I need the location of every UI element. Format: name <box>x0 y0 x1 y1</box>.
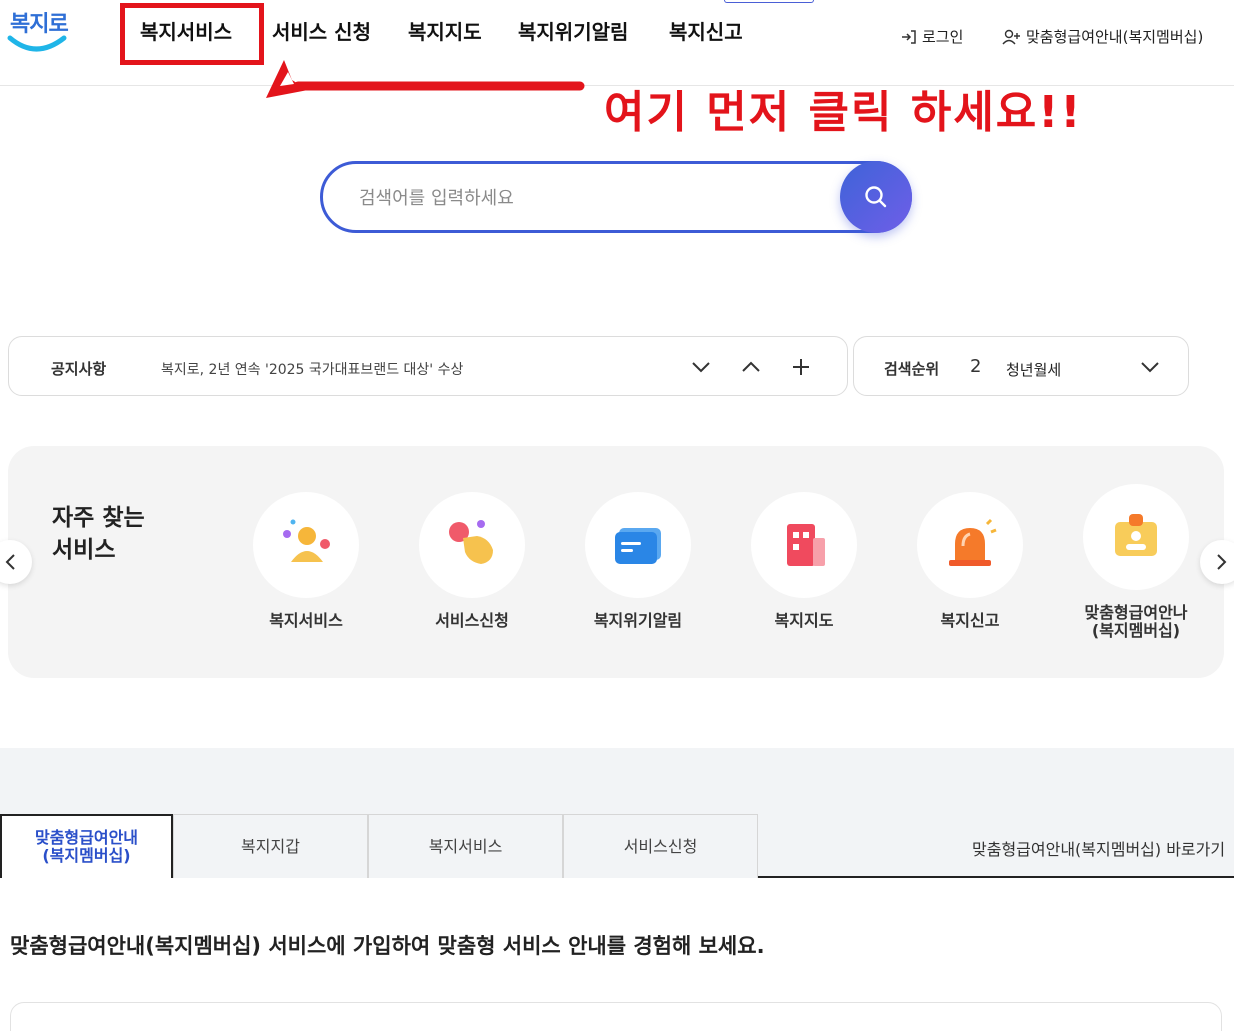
annotation-text: 여기 먼저 클릭 하세요!! <box>604 87 1083 138</box>
chevron-up-icon <box>742 361 760 372</box>
frequent-services-panel: 자주 찾는 서비스 복지서비스 서비스신청 복지위기알림 복지지도 복지신고 맞… <box>8 446 1224 678</box>
frequent-service-item[interactable]: 서비스신청 <box>402 492 542 630</box>
annotation-arrow-icon <box>266 60 585 98</box>
membership-link[interactable]: 맞춤형급여안내(복지멤버십) <box>1002 26 1203 47</box>
tab-bar: 맞춤형급여안내 (복지멤버십) 복지지갑 복지서비스 서비스신청 맞춤형급여안내… <box>0 814 1234 880</box>
membership-label: 맞춤형급여안내(복지멤버십) <box>1026 28 1204 46</box>
notice-bar: 공지사항 복지로, 2년 연속 '2025 국가대표브랜드 대상' 수상 <box>8 336 848 396</box>
service-label: 복지서비스 <box>269 611 343 630</box>
frequent-service-item[interactable]: 맞춤형급여안나 (복지멤버십) <box>1066 484 1206 640</box>
search-input[interactable] <box>359 182 819 214</box>
top-tab-indicator <box>724 0 814 3</box>
login-link[interactable]: 로그인 <box>900 26 963 47</box>
notice-prev-button[interactable] <box>737 353 765 381</box>
service-label: 서비스신청 <box>435 611 509 630</box>
tab-welfare-wallet[interactable]: 복지지갑 <box>173 814 368 878</box>
frequent-service-item[interactable]: 복지신고 <box>900 492 1040 630</box>
nav-crisis-alert[interactable]: 복지위기알림 <box>518 16 628 45</box>
service-icon-circle <box>1083 484 1189 590</box>
id-card-icon <box>1115 514 1157 556</box>
notice-next-button[interactable] <box>687 353 715 381</box>
membership-shortcut-link[interactable]: 맞춤형급여안내(복지멤버십) 바로가기 <box>972 836 1225 860</box>
login-icon <box>902 29 916 44</box>
service-label: 복지신고 <box>940 611 1000 630</box>
user-plus-icon <box>1002 29 1020 44</box>
hand-click-icon <box>449 520 493 564</box>
membership-headline: 맞춤형급여안내(복지멤버십) 서비스에 가입하여 맞춤형 서비스 안내를 경험해… <box>10 934 765 958</box>
service-label: 복지지도 <box>774 611 834 630</box>
service-icon-circle <box>253 492 359 598</box>
nav-service-apply[interactable]: 서비스 신청 <box>272 16 371 45</box>
rank-term[interactable]: 청년월세 <box>1006 359 1061 380</box>
tab-service-apply[interactable]: 서비스신청 <box>563 814 758 878</box>
notice-text[interactable]: 복지로, 2년 연속 '2025 국가대표브랜드 대상' 수상 <box>161 359 463 379</box>
search-icon <box>865 186 887 208</box>
login-label: 로그인 <box>922 28 964 46</box>
siren-icon <box>949 518 997 566</box>
tab-content: 맞춤형급여안내(복지멤버십) 서비스에 가입하여 맞춤형 서비스 안내를 경험해… <box>0 878 1234 1031</box>
service-icon-circle <box>585 492 691 598</box>
logo[interactable]: 복지로 <box>6 4 69 60</box>
search-box <box>320 161 912 233</box>
frequent-service-item[interactable]: 복지지도 <box>734 492 874 630</box>
chevron-left-icon <box>5 554 15 570</box>
frequent-service-item[interactable]: 복지서비스 <box>236 492 376 630</box>
page: 복지로 복지서비스 서비스 신청 복지지도 복지위기알림 복지신고 로그인 맞춤… <box>0 0 1234 1031</box>
chevron-right-icon <box>1217 554 1227 570</box>
message-icon <box>615 528 661 564</box>
plus-icon <box>793 359 809 375</box>
search-button[interactable] <box>840 161 912 233</box>
service-icon-circle <box>751 492 857 598</box>
service-label: 맞춤형급여안나 (복지멤버십) <box>1084 603 1188 640</box>
nav-welfare-map[interactable]: 복지지도 <box>408 16 482 45</box>
rank-expand-button[interactable] <box>1136 353 1164 381</box>
people-icon <box>283 519 330 562</box>
membership-section: 맞춤형급여안내 (복지멤버십) 복지지갑 복지서비스 서비스신청 맞춤형급여안내… <box>0 748 1234 1031</box>
service-icon-circle <box>419 492 525 598</box>
search-rank-bar: 검색순위 2 청년월세 <box>853 336 1189 396</box>
rank-label: 검색순위 <box>884 360 940 378</box>
service-label: 복지위기알림 <box>593 611 683 630</box>
notice-more-button[interactable] <box>787 353 815 381</box>
tab-welfare-service[interactable]: 복지서비스 <box>368 814 563 878</box>
frequent-service-item[interactable]: 복지위기알림 <box>568 492 708 630</box>
tab-membership[interactable]: 맞춤형급여안내 (복지멤버십) <box>0 814 173 880</box>
building-icon <box>787 524 825 566</box>
chevron-down-icon <box>1141 362 1159 373</box>
nav-welfare-report[interactable]: 복지신고 <box>669 16 743 45</box>
chevron-down-icon <box>692 362 710 373</box>
rank-number: 2 <box>970 356 982 377</box>
logo-smile-icon <box>7 35 67 52</box>
nav-highlight-box <box>120 3 264 65</box>
service-icon-circle <box>917 492 1023 598</box>
notice-label: 공지사항 <box>51 360 107 378</box>
content-card <box>10 1002 1222 1031</box>
frequent-services-title: 자주 찾는 서비스 <box>52 505 145 563</box>
